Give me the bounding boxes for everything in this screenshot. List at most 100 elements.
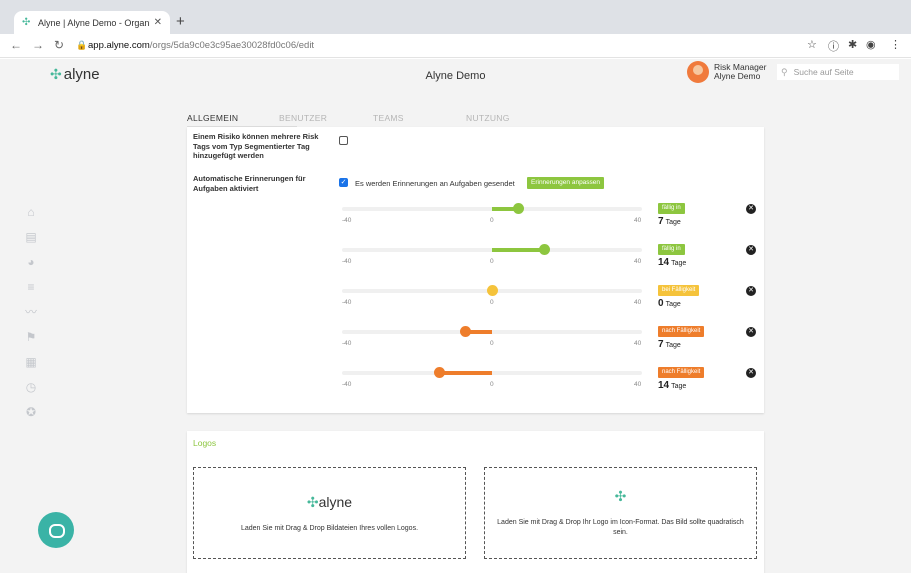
chat-support-button[interactable]	[38, 512, 74, 548]
reminder-days-value: 7	[658, 216, 664, 227]
reminder-days: 14 Tage	[658, 380, 686, 391]
reminder-days: 7 Tage	[658, 216, 681, 227]
reminders-text: Es werden Erinnerungen an Aufgaben gesen…	[355, 179, 515, 188]
lock-icon: 🔒	[76, 40, 88, 50]
document-icon[interactable]: ▤	[24, 230, 38, 244]
slider-fill	[439, 371, 492, 375]
remove-reminder-icon[interactable]: ✕	[746, 286, 756, 296]
reminder-slider-row: -40 0 40 bei Fälligkeit 0 Tage ✕	[342, 282, 762, 320]
tab-allgemein[interactable]: ALLGEMEIN	[187, 113, 238, 123]
pie-chart-icon[interactable]: ◕	[24, 255, 38, 269]
full-logo-dropzone[interactable]: ✣alyne Laden Sie mit Drag & Drop Bildate…	[193, 467, 466, 559]
reminder-slider-row: -40 0 40 nach Fälligkeit 14 Tage ✕	[342, 364, 762, 402]
reminder-days-unit: Tage	[671, 383, 687, 390]
star-badge-icon[interactable]: ✪	[24, 405, 38, 419]
search-icon: ⚲	[781, 66, 788, 77]
reminder-status-badge: fällig in	[658, 203, 685, 214]
reminder-days-unit: Tage	[665, 219, 681, 226]
reminder-status-badge: nach Fälligkeit	[658, 367, 705, 378]
search-input[interactable]: ⚲ Suche auf Seite	[777, 64, 899, 80]
full-logo-preview: ✣alyne	[306, 494, 353, 510]
remove-reminder-icon[interactable]: ✕	[746, 245, 756, 255]
adjust-reminders-button[interactable]: Erinnerungen anpassen	[527, 177, 605, 189]
tab-nutzung[interactable]: NUTZUNG	[466, 113, 510, 123]
slider-thumb[interactable]	[434, 367, 445, 378]
bookmark-star-icon[interactable]: ☆	[807, 38, 817, 51]
reminders-label: Automatische Erinnerungen für Aufgaben a…	[193, 174, 306, 193]
slider-thumb[interactable]	[486, 285, 498, 296]
alyne-favicon-icon: ✣	[22, 16, 31, 28]
reminder-days: 14 Tage	[658, 257, 686, 268]
slider-track[interactable]	[342, 371, 642, 375]
slider-tick-label: 40	[634, 340, 642, 347]
reload-icon[interactable]: ↻	[54, 38, 64, 52]
slider-thumb[interactable]	[539, 244, 550, 255]
close-tab-icon[interactable]: ✕	[154, 17, 162, 28]
slider-tick-label: 0	[490, 340, 494, 347]
checklist-icon[interactable]: ≡	[24, 280, 38, 294]
tab-benutzer[interactable]: BENUTZER	[279, 113, 327, 123]
reminder-status-badge: nach Fälligkeit	[658, 326, 705, 337]
alyne-logo-icon: ✣	[306, 494, 319, 510]
full-logo-hint: Laden Sie mit Drag & Drop Bildateien Ihr…	[240, 525, 419, 532]
reminder-slider-row: -40 0 40 fällig in 7 Tage ✕	[342, 200, 762, 238]
slider-tick-label: 0	[490, 381, 494, 388]
browser-tab-title: Alyne | Alyne Demo - Organisa	[38, 17, 150, 28]
url-field[interactable]: app.alyne.com/orgs/5da9c0e3c95ae30028fd0…	[88, 40, 314, 51]
reminders-checkbox[interactable]: ✓	[339, 178, 348, 187]
slider-track[interactable]	[342, 330, 642, 334]
slider-tick-label: 40	[634, 217, 642, 224]
reminder-days: 0 Tage	[658, 298, 681, 309]
icon-logo-hint: Laden Sie mit Drag & Drop Ihr Logo im Ic…	[497, 519, 744, 536]
slider-fill	[492, 248, 545, 252]
logos-card: Logos ✣alyne Laden Sie mit Drag & Drop B…	[187, 431, 764, 573]
risk-tags-checkbox[interactable]	[339, 136, 348, 145]
back-icon[interactable]: ←	[10, 38, 22, 52]
extension-info-icon[interactable]: ⓘ	[828, 38, 839, 54]
reminder-days-value: 0	[658, 298, 664, 309]
slider-tick-label: -40	[342, 381, 352, 388]
profile-icon[interactable]: ◉	[866, 38, 876, 51]
slider-tick-label: -40	[342, 217, 352, 224]
reminder-days: 7 Tage	[658, 339, 681, 350]
tab-teams[interactable]: TEAMS	[373, 113, 404, 123]
slider-thumb[interactable]	[460, 326, 472, 337]
slider-tick-label: 0	[490, 299, 494, 306]
app-title: Alyne Demo	[425, 70, 486, 82]
slider-tick-label: 0	[490, 217, 494, 224]
user-menu[interactable]: Risk Manager Alyne Demo	[714, 63, 766, 81]
slider-tick-label: 40	[634, 381, 642, 388]
flag-icon[interactable]: ⚑	[24, 330, 38, 344]
slider-tick-label: 40	[634, 299, 642, 306]
reminder-days-value: 14	[658, 257, 670, 268]
reminder-days-value: 7	[658, 339, 664, 350]
reminder-days-unit: Tage	[665, 342, 681, 349]
slider-tick-label: 40	[634, 258, 642, 265]
browser-tabbar: ✣ Alyne | Alyne Demo - Organisa ✕ +	[0, 0, 911, 34]
reminder-days-unit: Tage	[665, 301, 681, 308]
reminder-status-badge: bei Fälligkeit	[658, 285, 700, 296]
slider-tick-label: -40	[342, 299, 352, 306]
forward-icon[interactable]: →	[32, 38, 44, 52]
alarm-clock-icon[interactable]: ◷	[24, 380, 38, 394]
remove-reminder-icon[interactable]: ✕	[746, 368, 756, 378]
new-tab-icon[interactable]: +	[176, 13, 185, 30]
user-org-text: Alyne Demo	[714, 71, 761, 81]
remove-reminder-icon[interactable]: ✕	[746, 204, 756, 214]
reminder-status-badge: fällig in	[658, 244, 685, 255]
reminder-slider-row: -40 0 40 fällig in 14 Tage ✕	[342, 241, 762, 279]
avatar[interactable]	[687, 61, 709, 83]
remove-reminder-icon[interactable]: ✕	[746, 327, 756, 337]
slider-tick-label: 0	[490, 258, 494, 265]
home-icon[interactable]: ⌂	[24, 205, 38, 219]
trend-icon[interactable]: 〰	[24, 305, 38, 319]
dashboard-grid-icon[interactable]: ▦	[24, 355, 38, 369]
icon-logo-dropzone[interactable]: ✣ Laden Sie mit Drag & Drop Ihr Logo im …	[484, 467, 757, 559]
reminder-slider-row: -40 0 40 nach Fälligkeit 7 Tage ✕	[342, 323, 762, 361]
alyne-logo-icon: ✣	[614, 488, 627, 504]
menu-kebab-icon[interactable]: ⋮	[890, 38, 901, 51]
risk-tags-label: Einem Risiko können mehrere Risk Tags vo…	[193, 132, 319, 160]
slider-thumb[interactable]	[512, 203, 524, 214]
extensions-puzzle-icon[interactable]: ✱	[848, 38, 857, 51]
browser-tab[interactable]: ✣ Alyne | Alyne Demo - Organisa ✕	[14, 11, 170, 34]
